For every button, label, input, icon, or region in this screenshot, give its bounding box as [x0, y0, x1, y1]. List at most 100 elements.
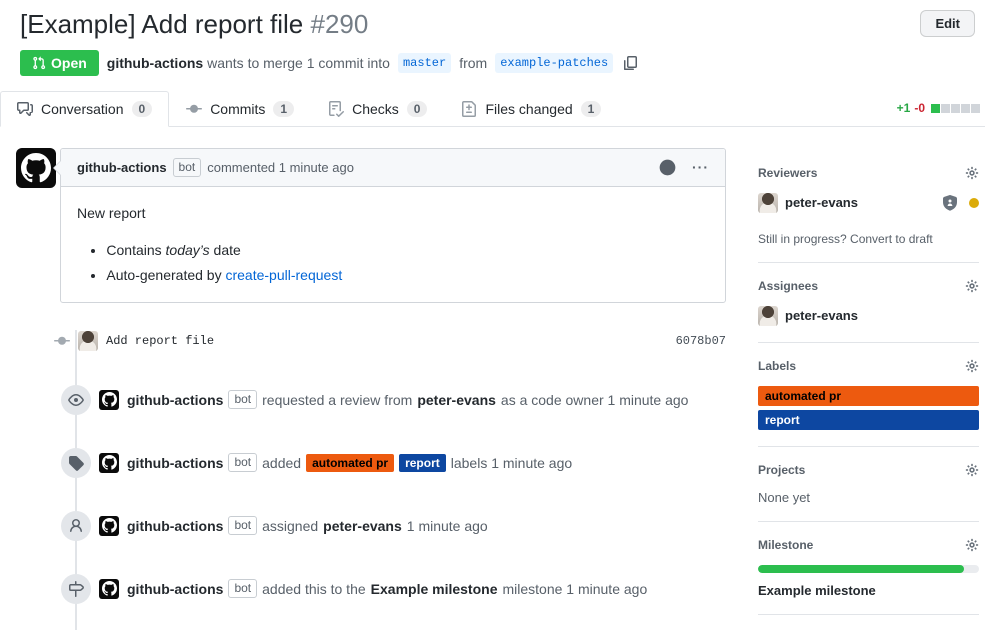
- diff-block-added: [931, 104, 940, 113]
- tab-files-changed-count: 1: [581, 101, 602, 117]
- event-text: labels 1 minute ago: [451, 455, 572, 471]
- commit-sha[interactable]: 6078b07: [676, 334, 726, 348]
- event-author[interactable]: github-actions: [127, 581, 223, 597]
- person-icon: [61, 511, 91, 541]
- event-user[interactable]: peter-evans: [417, 392, 496, 408]
- bullet-text: date: [210, 242, 241, 258]
- tab-conversation-count: 0: [132, 101, 153, 117]
- event-text: added this to the: [262, 581, 366, 597]
- base-branch-pill[interactable]: master: [398, 53, 451, 73]
- assignees-heading: Assignees: [758, 279, 818, 293]
- tab-commits-count: 1: [273, 101, 294, 117]
- event-author[interactable]: github-actions: [127, 455, 223, 471]
- tab-checks-label: Checks: [352, 101, 399, 117]
- comment-discussion-icon: [17, 101, 33, 117]
- label-automated-pr[interactable]: automated pr: [306, 454, 394, 472]
- bot-badge: bot: [173, 158, 202, 177]
- timeline: Add report file 6078b07 github-actions b…: [16, 330, 726, 630]
- milestone-name[interactable]: Example milestone: [758, 583, 979, 598]
- bot-badge: bot: [228, 390, 257, 409]
- tab-checks[interactable]: Checks 0: [311, 91, 444, 127]
- peter-evans-avatar[interactable]: [758, 306, 778, 326]
- event-author[interactable]: github-actions: [127, 518, 223, 534]
- milestone-heading: Milestone: [758, 538, 813, 552]
- pr-state-label: Open: [51, 55, 87, 71]
- sidebar-section-milestone: Milestone Example milestone: [758, 522, 979, 615]
- comment-bullet: Contains today’s date: [106, 240, 709, 261]
- peter-evans-avatar[interactable]: [758, 193, 778, 213]
- bullet-text: Contains: [106, 242, 165, 258]
- diff-deletions: -0: [914, 101, 925, 115]
- tab-files-changed-label: Files changed: [485, 101, 572, 117]
- edit-button[interactable]: Edit: [920, 10, 975, 37]
- merge-author[interactable]: github-actions: [107, 55, 203, 71]
- pr-timeline-column: github-actions bot commented 1 minute ag…: [16, 148, 726, 630]
- event-milestone[interactable]: Example milestone: [371, 581, 498, 597]
- diff-block-neutral: [961, 104, 970, 113]
- copy-branch-icon[interactable]: [623, 55, 639, 71]
- git-pull-request-icon: [32, 56, 46, 70]
- diffstat: +1 -0: [897, 101, 985, 115]
- diff-block-neutral: [971, 104, 980, 113]
- event-text: 1 minute ago: [407, 518, 488, 534]
- gear-icon[interactable]: [965, 166, 979, 180]
- peter-evans-avatar[interactable]: [78, 331, 98, 351]
- bot-badge: bot: [228, 453, 257, 472]
- tab-commits[interactable]: Commits 1: [169, 91, 311, 127]
- bot-badge: bot: [228, 579, 257, 598]
- projects-empty-text: None yet: [758, 490, 979, 505]
- tab-conversation-label: Conversation: [41, 101, 124, 117]
- sidebar-section-assignees: Assignees peter-evans: [758, 263, 979, 343]
- labels-heading: Labels: [758, 359, 796, 373]
- pending-review-dot: [969, 198, 979, 208]
- code-owner-shield-icon: [942, 195, 958, 211]
- convert-to-draft-link[interactable]: Convert to draft: [850, 232, 933, 246]
- reviewer-name[interactable]: peter-evans: [785, 195, 858, 210]
- sidebar-section-labels: Labels automated pr report: [758, 343, 979, 447]
- github-actions-avatar[interactable]: [99, 453, 119, 473]
- gear-icon[interactable]: [965, 538, 979, 552]
- diff-block-neutral: [951, 104, 960, 113]
- from-text: from: [459, 55, 487, 71]
- label-automated-pr[interactable]: automated pr: [758, 386, 979, 406]
- gear-icon[interactable]: [965, 359, 979, 373]
- pr-state-badge: Open: [20, 50, 99, 76]
- checklist-icon: [328, 101, 344, 117]
- assignee-name[interactable]: peter-evans: [785, 308, 858, 323]
- add-reaction-icon[interactable]: [659, 159, 676, 176]
- diff-additions: +1: [897, 101, 911, 115]
- event-text: as a code owner 1 minute ago: [501, 392, 689, 408]
- milestone-progress-fill: [758, 565, 964, 573]
- head-branch-pill[interactable]: example-patches: [495, 53, 613, 73]
- tab-checks-count: 0: [407, 101, 428, 117]
- kebab-menu-icon[interactable]: ···: [692, 159, 709, 175]
- octocat-icon: [102, 581, 117, 596]
- github-actions-avatar[interactable]: [16, 148, 56, 188]
- commit-message[interactable]: Add report file: [106, 334, 214, 348]
- convert-to-draft-hint: Still in progress? Convert to draft: [758, 232, 979, 246]
- github-actions-avatar[interactable]: [99, 516, 119, 536]
- eye-icon: [61, 385, 91, 415]
- milestone-progress-bar: [758, 565, 979, 573]
- label-report[interactable]: report: [758, 410, 979, 430]
- tab-files-changed[interactable]: Files changed 1: [444, 91, 618, 127]
- github-actions-avatar[interactable]: [99, 579, 119, 599]
- github-actions-avatar[interactable]: [99, 390, 119, 410]
- gear-icon[interactable]: [965, 463, 979, 477]
- event-text: added: [262, 455, 301, 471]
- bot-badge: bot: [228, 516, 257, 535]
- label-report[interactable]: report: [399, 454, 446, 472]
- comment-body: New report Contains today’s date Auto-ge…: [61, 187, 725, 302]
- create-pull-request-link[interactable]: create-pull-request: [225, 267, 342, 283]
- octocat-icon: [21, 153, 51, 183]
- sidebar-section-reviewers: Reviewers peter-evans Still in progress?…: [758, 148, 979, 263]
- tab-conversation[interactable]: Conversation 0: [0, 91, 169, 127]
- comment-author[interactable]: github-actions: [77, 160, 167, 175]
- event-text: assigned: [262, 518, 318, 534]
- comment-text: New report: [77, 203, 709, 224]
- event-author[interactable]: github-actions: [127, 392, 223, 408]
- comment-header: github-actions bot commented 1 minute ag…: [61, 149, 725, 187]
- gear-icon[interactable]: [965, 279, 979, 293]
- projects-heading: Projects: [758, 463, 805, 477]
- event-user[interactable]: peter-evans: [323, 518, 402, 534]
